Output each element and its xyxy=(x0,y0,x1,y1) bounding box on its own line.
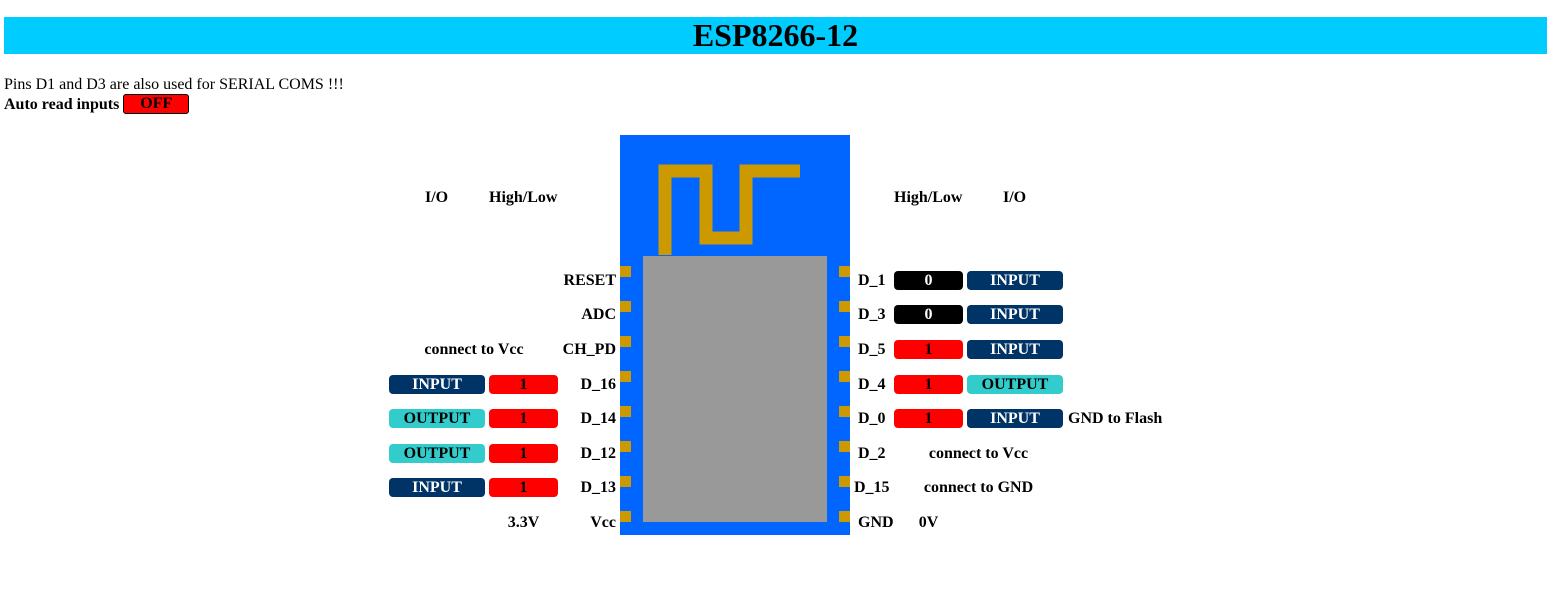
pin-label-d-0: D_0 xyxy=(858,410,886,427)
pin-label-d-5: D_5 xyxy=(858,341,886,358)
pin-note-ch-pd: connect to Vcc xyxy=(424,341,524,358)
pin-value-d-5[interactable]: 1 xyxy=(894,340,963,359)
pin-value-d-13[interactable]: 1 xyxy=(489,478,558,497)
pin-mode-d-13[interactable]: INPUT xyxy=(389,478,485,497)
pin-value-d-14[interactable]: 1 xyxy=(489,409,558,428)
pin-mode-d-0[interactable]: INPUT xyxy=(967,409,1063,428)
pin-pad xyxy=(839,511,850,522)
pin-pad xyxy=(620,441,631,452)
pin-label-reset: RESET xyxy=(563,272,616,289)
right-level-header: High/Low xyxy=(894,189,963,206)
pin-mode-d-4[interactable]: OUTPUT xyxy=(967,375,1063,394)
pin-label-adc: ADC xyxy=(581,306,616,323)
pin-label-d-3: D_3 xyxy=(858,306,886,323)
pin-mode-d-1[interactable]: INPUT xyxy=(967,271,1063,290)
pin-label-d-1: D_1 xyxy=(858,272,886,289)
auto-read-row: Auto read inputs OFF xyxy=(4,94,190,114)
pin-pad xyxy=(620,301,631,312)
pin-value-d-1[interactable]: 0 xyxy=(894,271,963,290)
auto-read-label: Auto read inputs xyxy=(4,95,120,113)
pin-label-d-4: D_4 xyxy=(858,376,886,393)
pin-pad xyxy=(620,371,631,382)
pin-value-d-12[interactable]: 1 xyxy=(489,444,558,463)
module-shield xyxy=(643,256,827,522)
serial-warning: Pins D1 and D3 are also used for SERIAL … xyxy=(4,76,344,93)
pin-pad xyxy=(839,441,850,452)
right-io-header: I/O xyxy=(1003,189,1027,206)
pin-note-d-2: connect to Vcc xyxy=(928,445,1029,462)
pin-label-d-2: D_2 xyxy=(858,445,886,462)
pin-note-vcc: 3.3V xyxy=(507,514,540,531)
pin-pad xyxy=(620,511,631,522)
pin-pad xyxy=(839,301,850,312)
pin-value-d-0[interactable]: 1 xyxy=(894,409,963,428)
pin-pad xyxy=(620,266,631,277)
pin-mode-d-12[interactable]: OUTPUT xyxy=(389,444,485,463)
left-io-header: I/O xyxy=(425,189,449,206)
pin-mode-d-5[interactable]: INPUT xyxy=(967,340,1063,359)
auto-read-toggle[interactable]: OFF xyxy=(123,94,190,114)
pin-pad xyxy=(839,336,850,347)
pin-pad xyxy=(839,371,850,382)
pin-mode-d-3[interactable]: INPUT xyxy=(967,305,1063,324)
pin-note-d-0: GND to Flash xyxy=(1068,410,1163,427)
pin-mode-d-16[interactable]: INPUT xyxy=(389,375,485,394)
antenna-trace xyxy=(658,164,800,255)
pin-note-d-15: connect to GND xyxy=(923,479,1034,496)
pin-pad xyxy=(620,336,631,347)
pin-value-d-3[interactable]: 0 xyxy=(894,305,963,324)
pin-mode-d-14[interactable]: OUTPUT xyxy=(389,409,485,428)
pin-pad xyxy=(839,266,850,277)
pin-pad xyxy=(839,476,850,487)
left-level-header: High/Low xyxy=(489,189,558,206)
pin-pad xyxy=(620,476,631,487)
pin-note-gnd: 0V xyxy=(918,514,939,531)
pin-value-d-4[interactable]: 1 xyxy=(894,375,963,394)
pin-label-gnd: GND xyxy=(858,514,894,531)
page-title: ESP8266-12 xyxy=(4,17,1547,54)
pin-label-d-15: D_15 xyxy=(854,479,890,496)
pin-pad xyxy=(839,406,850,417)
pin-pad xyxy=(620,406,631,417)
pin-value-d-16[interactable]: 1 xyxy=(489,375,558,394)
